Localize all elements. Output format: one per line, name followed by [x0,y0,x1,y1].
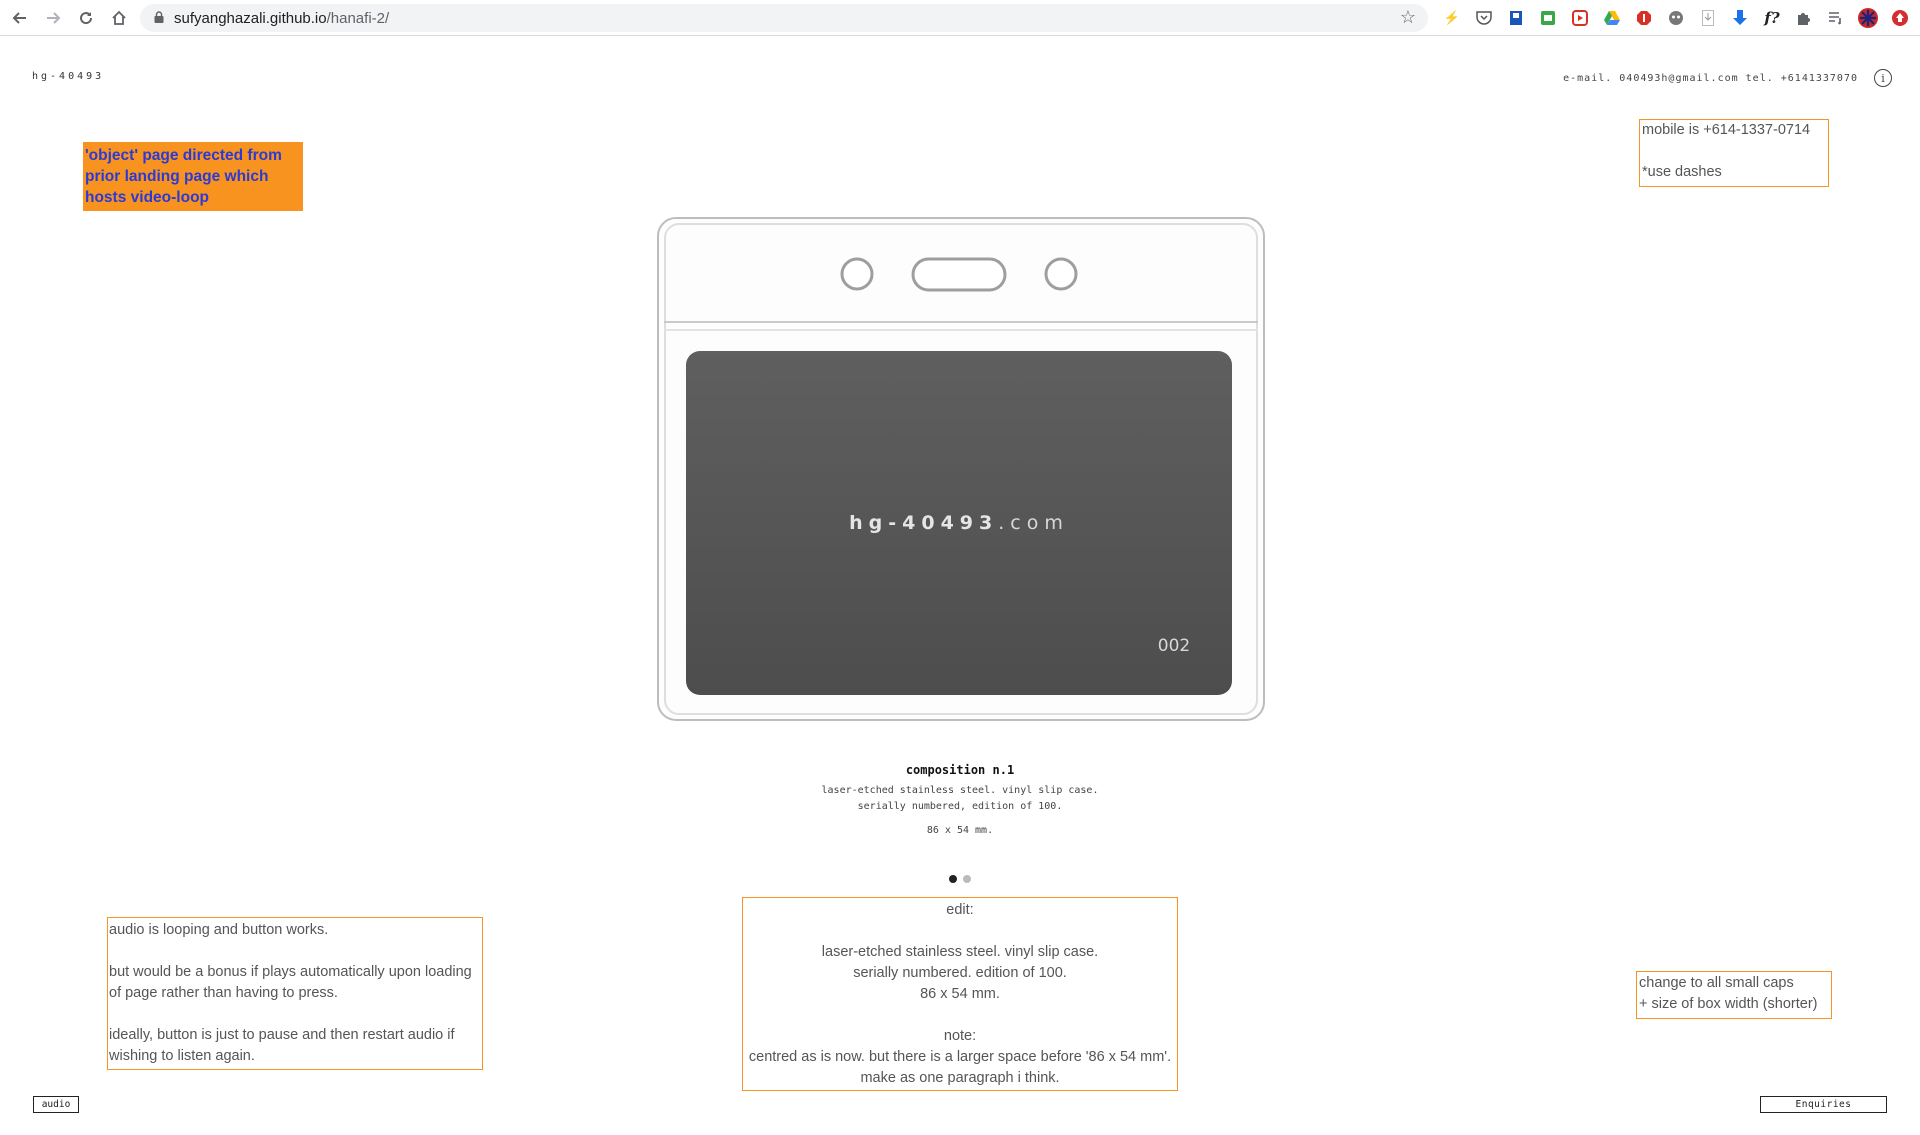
playlist-icon[interactable] [1824,6,1848,30]
carousel-dot-2[interactable] [963,875,971,883]
carousel-dots [949,875,971,883]
product-edition: serially numbered, edition of 100. [857,801,1063,812]
enquiries-button[interactable]: Enquiries [1760,1096,1887,1113]
avatar-icon[interactable] [1856,6,1880,30]
product-title: composition n.1 [905,763,1015,777]
product-material: laser-etched stainless steel. vinyl slip… [821,785,1099,796]
site-logo-text[interactable]: hg-40493 [32,71,104,82]
product-image: hg-40493.com 002 [656,215,1268,725]
card-serial: 002 [1158,636,1190,656]
carousel-dot-1[interactable] [949,875,957,883]
f-icon[interactable]: f? [1760,6,1784,30]
audio-button[interactable]: audio [33,1096,79,1113]
contact-info: e-mail. 040493h@gmail.com tel. +61413370… [1563,73,1858,84]
hole-left [840,257,874,291]
reload-icon[interactable] [74,6,98,30]
record-icon[interactable] [1568,6,1592,30]
download-blue-icon[interactable] [1728,6,1752,30]
star-icon[interactable]: ☆ [1400,7,1416,28]
printer-icon[interactable] [1536,6,1560,30]
extensions-bar: ⚡ f? [1440,6,1912,30]
note-audio: audio is looping and button works. but w… [107,917,483,1070]
note-mobile: mobile is +614-1337-0714 *use dashes [1639,119,1829,187]
url-text: sufyanghazali.github.io/hanafi-2/ [174,10,390,27]
note-small-caps: change to all small caps + size of box w… [1636,971,1832,1019]
download-icon[interactable] [1696,6,1720,30]
puzzle-icon[interactable] [1792,6,1816,30]
note-edit: edit: laser-etched stainless steel. viny… [742,897,1178,1091]
red-ext-icon[interactable] [1888,6,1912,30]
arrow-left-icon[interactable] [8,6,32,30]
pocket-icon[interactable] [1472,6,1496,30]
product-caption: composition n.1 laser-etched stainless s… [600,763,1320,836]
card-engraving: hg-40493.com [849,512,1069,534]
lock-icon [154,11,164,23]
hole-right [1044,257,1078,291]
bolt-icon[interactable]: ⚡ [1440,6,1464,30]
info-icon[interactable]: i [1874,69,1892,87]
stop-icon[interactable] [1632,6,1656,30]
slot-center [911,257,1007,292]
book-icon[interactable] [1504,6,1528,30]
drive-icon[interactable] [1600,6,1624,30]
browser-toolbar: sufyanghazali.github.io/hanafi-2/ ☆ ⚡ f? [0,0,1920,36]
product-dimensions: 86 x 54 mm. [926,825,994,836]
home-icon[interactable] [107,6,131,30]
address-bar[interactable]: sufyanghazali.github.io/hanafi-2/ ☆ [140,4,1428,32]
note-object-page: 'object' page directed from prior landin… [83,142,303,211]
arrow-right-icon[interactable] [41,6,65,30]
cat-icon[interactable] [1664,6,1688,30]
